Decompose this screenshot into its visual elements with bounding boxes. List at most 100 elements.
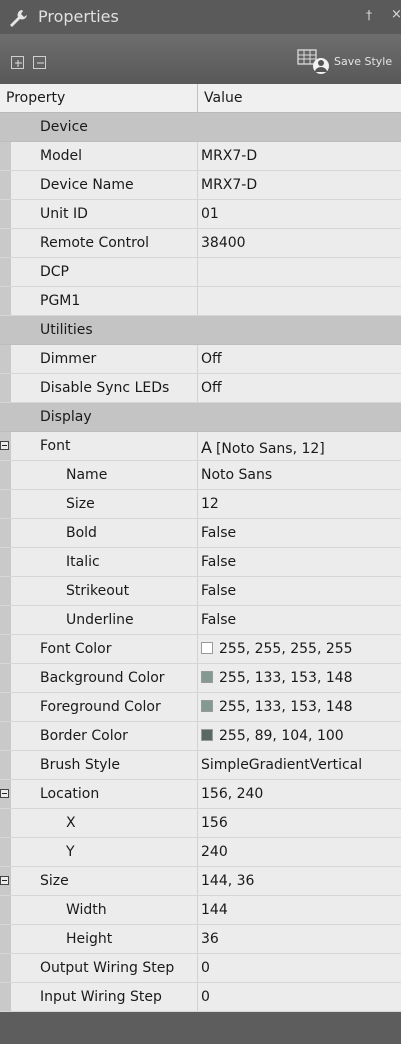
property-value[interactable]: 0 [201,960,210,976]
property-value[interactable]: A [Noto Sans, 12] [201,438,325,457]
property-row[interactable]: Y 240 [0,838,401,867]
column-divider [197,780,198,808]
property-row[interactable]: Dimmer Off [0,345,401,374]
value-column-header: Value [204,90,243,106]
property-row[interactable]: Strikeout False [0,577,401,606]
column-divider [197,664,198,692]
wrench-icon [10,10,27,27]
row-gutter [0,838,11,866]
property-label: Brush Style [40,757,121,773]
property-row[interactable]: Model MRX7-D [0,142,401,171]
property-value-text: False [201,583,237,599]
property-row[interactable]: Location 156, 240 [0,780,401,809]
property-row[interactable]: Disable Sync LEDs Off [0,374,401,403]
property-row[interactable]: Background Color 255, 133, 153, 148 [0,664,401,693]
property-value-text: MRX7-D [201,177,258,193]
property-value[interactable]: 38400 [201,235,246,251]
property-row[interactable]: DCP [0,258,401,287]
property-row[interactable]: Foreground Color 255, 133, 153, 148 [0,693,401,722]
column-divider [197,229,198,257]
collapse-toggle-icon[interactable] [0,441,9,450]
row-gutter [0,229,11,257]
close-icon[interactable]: × [391,7,401,22]
column-divider [197,751,198,779]
property-value[interactable]: SimpleGradientVertical [201,757,362,773]
property-value[interactable]: 144 [201,902,228,918]
property-row[interactable]: X 156 [0,809,401,838]
property-row[interactable]: Brush Style SimpleGradientVertical [0,751,401,780]
property-row[interactable]: Width 144 [0,896,401,925]
property-value[interactable]: Off [201,380,222,396]
property-row[interactable]: Height 36 [0,925,401,954]
property-label: DCP [40,264,69,280]
property-value[interactable]: Noto Sans [201,467,272,483]
property-value[interactable]: False [201,554,236,570]
property-row[interactable]: Input Wiring Step 0 [0,983,401,1012]
property-label: Y [66,844,75,860]
property-value-text: Off [201,351,222,367]
property-value[interactable]: 240 [201,844,228,860]
row-gutter [0,751,11,779]
column-divider [197,374,198,402]
property-row[interactable]: Bold False [0,519,401,548]
property-value[interactable]: MRX7-D [201,177,257,193]
property-label: Italic [66,554,100,570]
column-divider [197,171,198,199]
collapse-toggle-icon[interactable] [0,789,9,798]
property-value[interactable]: 0 [201,989,210,1005]
property-row[interactable]: Device Name MRX7-D [0,171,401,200]
property-label: Size [66,496,95,512]
property-row[interactable]: Output Wiring Step 0 [0,954,401,983]
color-swatch [201,729,213,741]
property-value[interactable]: 144, 36 [201,873,254,889]
collapse-toggle-icon[interactable] [0,876,9,885]
column-divider [197,925,198,953]
column-divider [197,809,198,837]
row-gutter [0,896,11,924]
property-row[interactable]: Font Color 255, 255, 255, 255 [0,635,401,664]
property-row[interactable]: Font A [Noto Sans, 12] [0,432,401,461]
column-divider[interactable] [197,84,198,113]
property-value[interactable]: Off [201,351,222,367]
category-row: Device [0,113,401,142]
property-row[interactable]: Underline False [0,606,401,635]
column-divider [197,345,198,373]
property-label: PGM1 [40,293,81,309]
property-value[interactable]: 255, 89, 104, 100 [201,728,344,744]
property-row[interactable]: PGM1 [0,287,401,316]
column-divider [197,461,198,489]
property-label: Background Color [40,670,165,686]
property-value[interactable]: 156 [201,815,228,831]
row-gutter [0,171,11,199]
property-value[interactable]: False [201,612,236,628]
row-gutter [0,316,11,344]
property-value[interactable]: False [201,525,236,541]
expand-all-button[interactable] [11,56,24,69]
property-row[interactable]: Unit ID 01 [0,200,401,229]
property-label: Disable Sync LEDs [40,380,170,396]
property-value[interactable]: 01 [201,206,219,222]
row-gutter [0,722,11,750]
property-value[interactable]: 156, 240 [201,786,263,802]
property-label: Dimmer [40,351,97,367]
pin-icon[interactable]: † [366,8,372,22]
property-row[interactable]: Italic False [0,548,401,577]
property-value[interactable]: 255, 255, 255, 255 [201,641,353,657]
property-value[interactable]: False [201,583,236,599]
property-value[interactable]: 12 [201,496,219,512]
property-row[interactable]: Name Noto Sans [0,461,401,490]
property-value[interactable]: MRX7-D [201,148,257,164]
collapse-all-button[interactable] [33,56,46,69]
property-label: Foreground Color [40,699,161,715]
row-gutter [0,200,11,228]
property-row[interactable]: Remote Control 38400 [0,229,401,258]
property-row[interactable]: Border Color 255, 89, 104, 100 [0,722,401,751]
property-value[interactable]: 255, 133, 153, 148 [201,699,353,715]
property-row[interactable]: Size 144, 36 [0,867,401,896]
property-label: Device Name [40,177,134,193]
property-value-text: 0 [201,960,210,976]
property-row[interactable]: Size 12 [0,490,401,519]
property-value[interactable]: 255, 133, 153, 148 [201,670,353,686]
property-value[interactable]: 36 [201,931,219,947]
panel-title: Properties [38,7,119,26]
